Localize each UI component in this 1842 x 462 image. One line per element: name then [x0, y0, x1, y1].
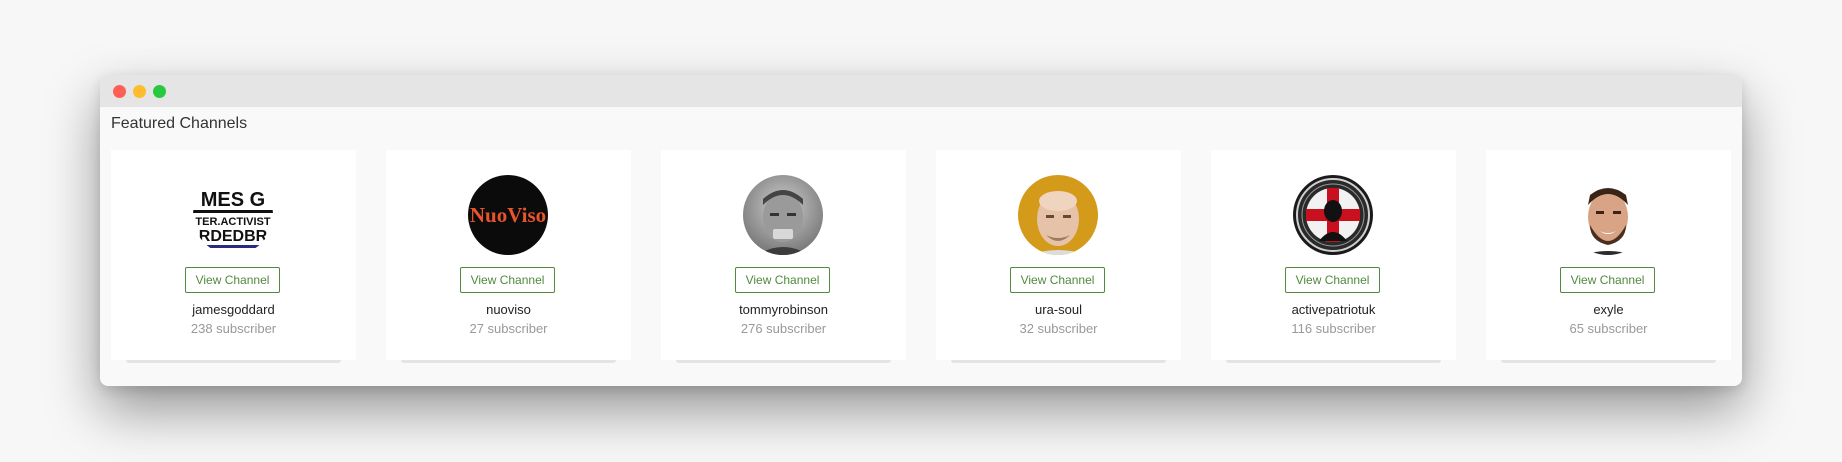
svg-text:TER.ACTIVIST: TER.ACTIVIST [195, 216, 270, 228]
channel-avatar[interactable] [743, 175, 823, 255]
channel-avatar[interactable]: NuoViso [468, 175, 548, 255]
subscriber-count: 276 subscriber [740, 321, 827, 336]
channel-card: View Channel ura-soul 32 subscriber [936, 150, 1181, 363]
text-logo-avatar-icon: MES G TER.ACTIVIST RDEDBR [193, 175, 273, 255]
channel-card: View Channel tommyrobinson 276 subscribe… [661, 150, 906, 363]
channel-avatar[interactable]: MES G TER.ACTIVIST RDEDBR [193, 175, 273, 255]
channel-card: MES G TER.ACTIVIST RDEDBR View Channel j… [111, 150, 356, 363]
channel-name[interactable]: ura-soul [936, 302, 1181, 317]
minimize-window-button[interactable] [133, 85, 146, 98]
channel-card: NuoViso View Channel nuoviso 27 subscrib… [386, 150, 631, 363]
channel-avatar[interactable] [1018, 175, 1098, 255]
channel-list: MES G TER.ACTIVIST RDEDBR View Channel j… [111, 150, 1731, 363]
subscriber-count: 32 subscriber [1019, 321, 1098, 336]
channel-name[interactable]: tommyrobinson [661, 302, 906, 317]
portrait-avatar-icon [1568, 175, 1648, 255]
portrait-avatar-icon [1018, 175, 1098, 255]
subscriber-count: 27 subscriber [469, 321, 548, 336]
portrait-avatar-icon [743, 175, 823, 255]
view-channel-button[interactable]: View Channel [735, 267, 830, 293]
svg-text:MES G: MES G [201, 189, 265, 211]
window-titlebar [100, 75, 1742, 107]
channel-card: View Channel activepatriotuk 116 subscri… [1211, 150, 1456, 363]
channel-name[interactable]: jamesgoddard [111, 302, 356, 317]
channel-name[interactable]: nuoviso [386, 302, 631, 317]
close-window-button[interactable] [113, 85, 126, 98]
section-title: Featured Channels [111, 115, 248, 132]
channel-avatar[interactable] [1293, 175, 1373, 255]
channel-name[interactable]: activepatriotuk [1211, 302, 1456, 317]
channel-name[interactable]: exyle [1486, 302, 1731, 317]
subscriber-count: 116 subscriber [1291, 321, 1376, 336]
view-channel-button[interactable]: View Channel [1560, 267, 1655, 293]
view-channel-button[interactable]: View Channel [1285, 267, 1380, 293]
maximize-window-button[interactable] [153, 85, 166, 98]
badge-logo-avatar-icon [1293, 175, 1373, 255]
nuoviso-logo-avatar-icon: NuoViso [468, 175, 548, 255]
channel-card: View Channel exyle 65 subscriber [1486, 150, 1731, 363]
view-channel-button[interactable]: View Channel [185, 267, 280, 293]
subscriber-count: 65 subscriber [1569, 321, 1648, 336]
svg-text:NuoViso: NuoViso [470, 203, 546, 227]
view-channel-button[interactable]: View Channel [460, 267, 555, 293]
view-channel-button[interactable]: View Channel [1010, 267, 1105, 293]
subscriber-count: 238 subscriber [190, 321, 277, 336]
channel-avatar[interactable] [1568, 175, 1648, 255]
app-window: Featured Channels MES G TER.ACTIVIST RDE… [100, 75, 1742, 386]
svg-text:RDEDBR: RDEDBR [199, 228, 268, 245]
